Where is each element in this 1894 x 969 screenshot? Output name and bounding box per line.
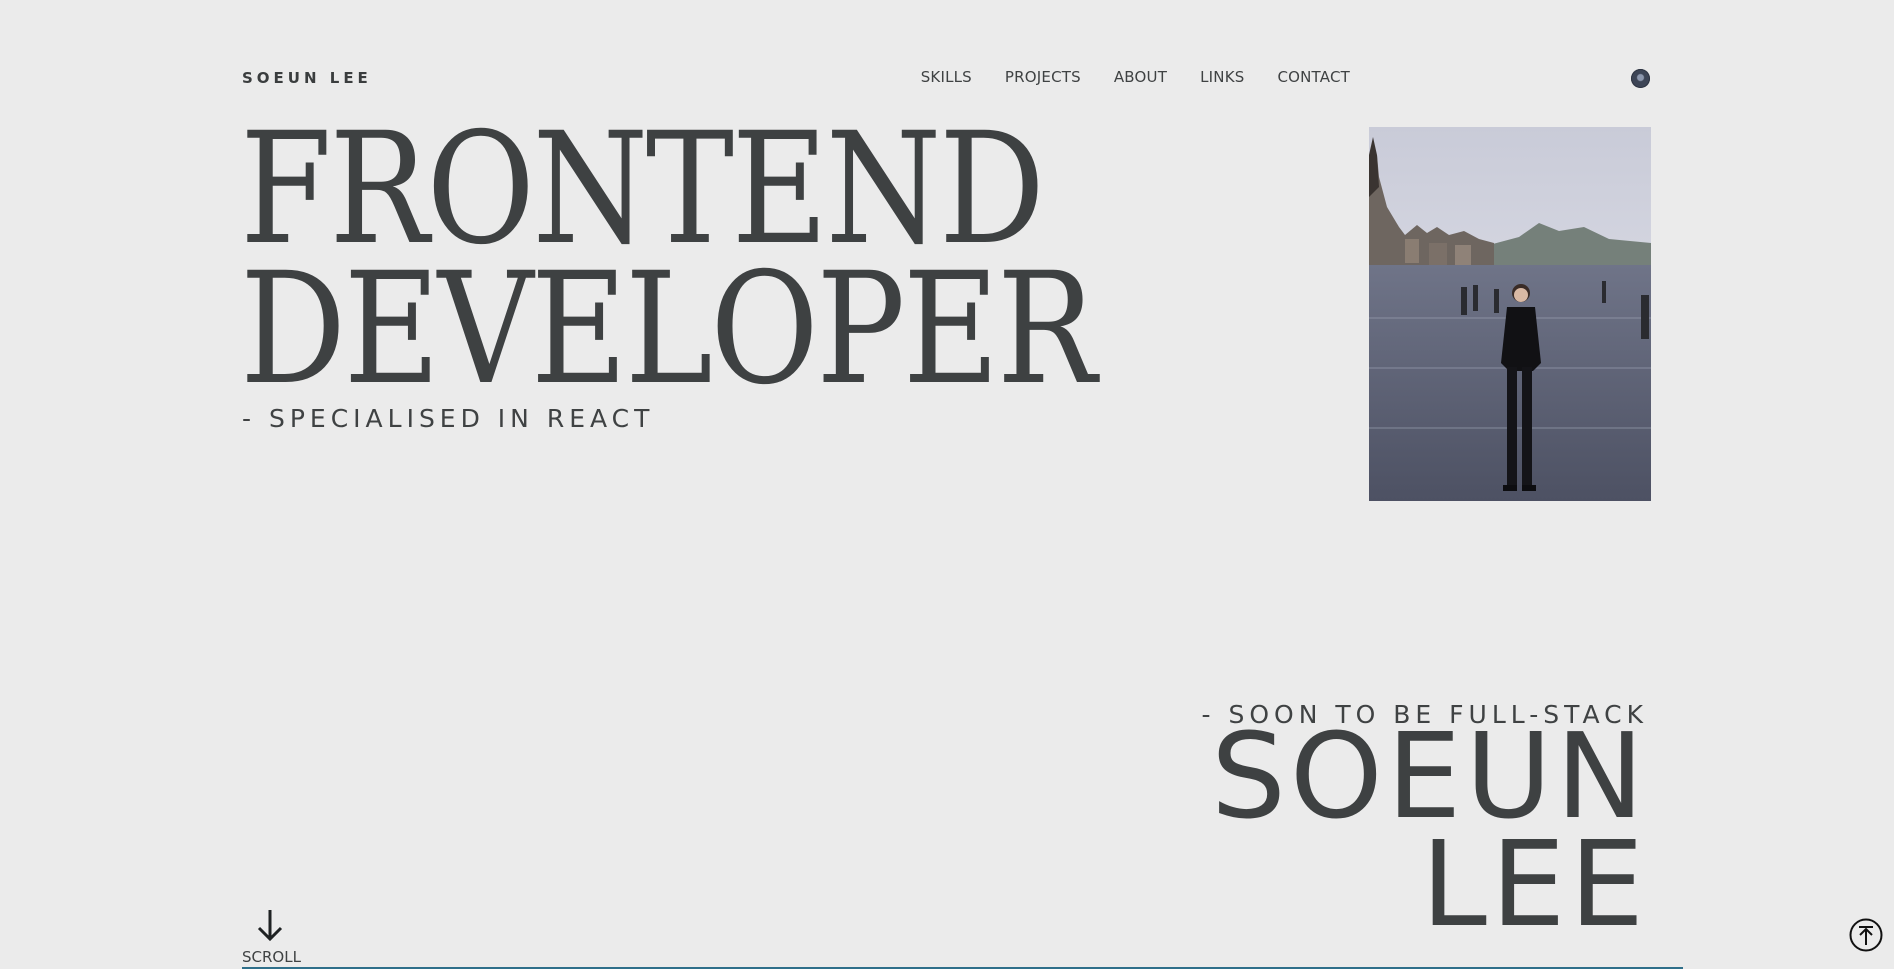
hero-subtitle: - SPECIALISED IN REACT — [242, 404, 655, 433]
hero-title-line-2: DEVELOPER — [240, 240, 1097, 419]
nav-contact[interactable]: CONTACT — [1277, 68, 1350, 86]
profile-photo — [1369, 127, 1651, 501]
nav-links[interactable]: LINKS — [1200, 68, 1244, 86]
big-name: SOEUN LEE — [1211, 707, 1648, 953]
nav-about[interactable]: ABOUT — [1114, 68, 1167, 86]
nav-skills[interactable]: SKILLS — [921, 68, 972, 86]
nav-projects[interactable]: PROJECTS — [1005, 68, 1081, 86]
big-name-line-1: SOEUN — [1211, 707, 1648, 845]
theme-toggle-icon[interactable] — [1631, 69, 1650, 88]
hero-title: FRONTEND DEVELOPER — [240, 100, 1097, 419]
main-nav: SKILLS PROJECTS ABOUT LINKS CONTACT — [921, 68, 1350, 86]
portfolio-page: SOEUN LEE SKILLS PROJECTS ABOUT LINKS CO… — [0, 0, 1894, 969]
arrow-down-icon — [257, 910, 283, 942]
arrow-up-circle-icon[interactable] — [1849, 918, 1883, 952]
hero-title-line-1: FRONTEND — [240, 100, 1045, 279]
big-name-line-2: LEE — [1421, 815, 1648, 953]
site-brand[interactable]: SOEUN LEE — [242, 69, 372, 87]
scroll-label: SCROLL — [242, 948, 301, 966]
